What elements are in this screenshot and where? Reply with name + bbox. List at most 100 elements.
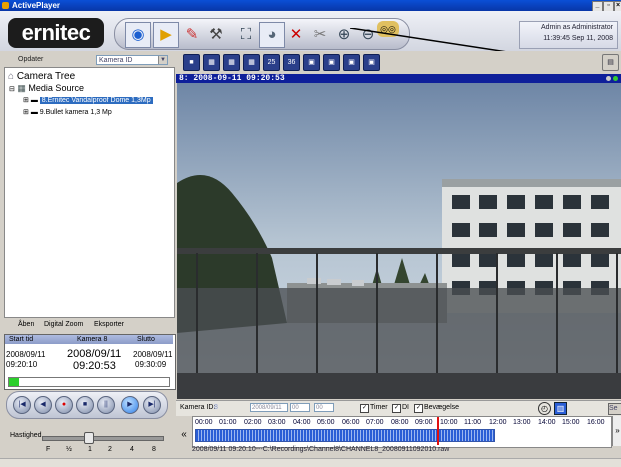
end-date: 2008/09/11 bbox=[133, 350, 173, 359]
channel-live-icon bbox=[613, 76, 618, 81]
playhead-marker[interactable] bbox=[437, 417, 439, 445]
motion-checkbox[interactable]: ✓ bbox=[414, 404, 423, 413]
window-mode-icon[interactable]: ▤ bbox=[602, 54, 619, 71]
skip-forward-icon[interactable]: ▶| bbox=[143, 396, 161, 414]
tree-item-label: 8.Ernitec Vandalproof Dome 1,3Mp bbox=[39, 97, 153, 104]
expand-icon[interactable]: ⊞ bbox=[23, 97, 29, 104]
timer-checkbox[interactable]: ✓ bbox=[360, 404, 369, 413]
date-input[interactable]: 2008/09/11 bbox=[250, 403, 288, 412]
layout-b-button[interactable]: ▣ bbox=[323, 54, 340, 71]
layout-6-button[interactable]: ▦ bbox=[223, 54, 240, 71]
playback-controls: |◀ ◀ ● ■ || ▶ ▶| bbox=[6, 391, 168, 419]
title-bar: ActivePlayer _ ▫ × bbox=[0, 0, 621, 12]
start-header: Start tid bbox=[9, 336, 34, 343]
layout-36-button[interactable]: 36 bbox=[283, 54, 300, 71]
update-label[interactable]: Opdater bbox=[18, 56, 43, 63]
timeline-scroll-left[interactable]: « bbox=[178, 428, 190, 442]
tree-media-label: Media Source bbox=[28, 83, 84, 93]
layout-9-button[interactable]: ▦ bbox=[243, 54, 260, 71]
hour-label: 05:00 bbox=[317, 419, 335, 426]
stop-icon[interactable]: ■ bbox=[76, 396, 94, 414]
end-time: 09:30:09 bbox=[135, 360, 167, 369]
admin-status: Admin as Administrator 11:39:45 Sep 11, … bbox=[519, 21, 618, 49]
playback-progress[interactable] bbox=[8, 377, 170, 387]
fullscreen-icon[interactable]: ⛶ bbox=[233, 22, 259, 48]
minute-value: 00 bbox=[316, 405, 323, 411]
admin-time: 11:39:45 Sep 11, 2008 bbox=[543, 35, 613, 42]
record-icon[interactable]: ● bbox=[55, 396, 73, 414]
hour-label: 03:00 bbox=[268, 419, 286, 426]
speed-tick: ½ bbox=[66, 446, 72, 453]
layout-d-button[interactable]: ▣ bbox=[363, 54, 380, 71]
di-checkbox[interactable]: ✓ bbox=[392, 404, 401, 413]
hour-select[interactable]: 00 bbox=[290, 403, 310, 412]
clock-icon[interactable]: ◴ bbox=[538, 402, 551, 415]
timeline-icon[interactable]: ▥ bbox=[554, 402, 567, 415]
tree-item-camera9[interactable]: ⊞ ▬ 9.Bullet kamera 1,3 Mp bbox=[23, 108, 112, 116]
skip-back-icon[interactable]: |◀ bbox=[13, 396, 31, 414]
tree-media[interactable]: ⊟ ▦ Media Source bbox=[9, 83, 84, 94]
paint-icon[interactable]: ✎ bbox=[179, 22, 205, 48]
hour-label: 00:00 bbox=[195, 419, 213, 426]
tab-digital-zoom[interactable]: Digital Zoom bbox=[44, 321, 83, 328]
camera-tree: ⌂ Camera Tree ⊟ ▦ Media Source ⊞ ▬ 8.Ern… bbox=[4, 67, 175, 318]
eye-icon[interactable]: ◉ bbox=[125, 22, 151, 48]
minute-select[interactable]: 00 bbox=[314, 403, 334, 412]
tools-icon[interactable]: ⚒ bbox=[203, 22, 229, 48]
play-icon[interactable]: ▶ bbox=[121, 396, 139, 414]
export-folder-icon[interactable]: ▶ bbox=[153, 22, 179, 48]
layout-c-button[interactable]: ▣ bbox=[343, 54, 360, 71]
speed-tick: 2 bbox=[108, 446, 112, 453]
admin-user: Admin as Administrator bbox=[541, 24, 613, 31]
recording-path: 2008/09/11 09:20:10---C:\Recordings\Chan… bbox=[192, 446, 450, 453]
hour-label: 04:00 bbox=[293, 419, 311, 426]
tab-export[interactable]: Eksporter bbox=[94, 321, 124, 328]
channel-status-icon bbox=[606, 76, 611, 81]
camera-select[interactable]: Kamera ID ▼ bbox=[96, 55, 168, 65]
tree-item-camera8[interactable]: ⊞ ▬ 8.Ernitec Vandalproof Dome 1,3Mp bbox=[23, 96, 153, 104]
layout-4-button[interactable]: ▦ bbox=[203, 54, 220, 71]
hour-label: 15:00 bbox=[562, 419, 580, 426]
tab-open[interactable]: Åben bbox=[18, 321, 34, 328]
search-bar: Kamera ID: 8 2008/09/11 00 00 ✓ Timer ✓ … bbox=[176, 400, 621, 416]
date-value: 2008/09/11 bbox=[252, 405, 282, 411]
camera-header: Kamera 8 bbox=[77, 336, 108, 343]
channel-header: 8: 2008-09-11 09:20:53 bbox=[176, 74, 621, 83]
start-date: 2008/09/11 bbox=[6, 350, 46, 359]
layout-1-button[interactable]: ■ bbox=[183, 54, 200, 71]
layout-a-button[interactable]: ▣ bbox=[303, 54, 320, 71]
hour-label: 13:00 bbox=[513, 419, 531, 426]
current-date: 2008/09/11 bbox=[67, 348, 122, 360]
rewind-icon[interactable]: ◀ bbox=[34, 396, 52, 414]
speed-control: Hastighed F ½ 1 2 4 8 bbox=[8, 430, 168, 460]
timeline-scroll-right[interactable]: » bbox=[612, 416, 621, 446]
chevron-down-icon[interactable]: ▼ bbox=[158, 56, 167, 64]
camera-icon: ▬ bbox=[30, 109, 38, 116]
zoom-in-icon[interactable]: ⊕ bbox=[331, 22, 357, 48]
speed-tick: F bbox=[46, 446, 51, 453]
recording-segment[interactable] bbox=[195, 429, 495, 442]
capture-icon[interactable]: ◕ bbox=[259, 22, 285, 48]
search-button[interactable]: Se bbox=[608, 403, 621, 415]
pause-icon[interactable]: || bbox=[97, 396, 115, 414]
layout-25-button[interactable]: 25 bbox=[263, 54, 280, 71]
disconnect-icon[interactable]: ✂ bbox=[307, 22, 333, 48]
app-icon bbox=[2, 2, 9, 9]
tree-root[interactable]: ⌂ Camera Tree bbox=[8, 71, 75, 82]
di-label: DI bbox=[402, 404, 409, 411]
binoculars-icon[interactable]: ◎◎ bbox=[377, 21, 399, 37]
speed-thumb[interactable] bbox=[84, 432, 94, 444]
channel-timestamp: 8: 2008-09-11 09:20:53 bbox=[179, 74, 285, 83]
tree-item-label: 9.Bullet kamera 1,3 Mp bbox=[39, 109, 112, 116]
camera-tree-icon: ⌂ bbox=[8, 71, 15, 82]
camera-select-value: Kamera ID bbox=[99, 57, 133, 64]
expand-icon[interactable]: ⊞ bbox=[23, 109, 29, 116]
current-time: 09:20:53 bbox=[73, 360, 116, 372]
speed-track[interactable] bbox=[42, 436, 164, 441]
timeline-hours: 00:00 01:00 02:00 03:00 04:00 05:00 06:0… bbox=[193, 419, 611, 428]
remove-icon[interactable]: ✕ bbox=[283, 22, 309, 48]
video-view[interactable] bbox=[177, 83, 621, 399]
speed-label: Hastighed bbox=[10, 432, 42, 439]
timeline[interactable]: 00:00 01:00 02:00 03:00 04:00 05:00 06:0… bbox=[192, 416, 612, 448]
expand-icon[interactable]: ⊟ bbox=[9, 86, 15, 93]
